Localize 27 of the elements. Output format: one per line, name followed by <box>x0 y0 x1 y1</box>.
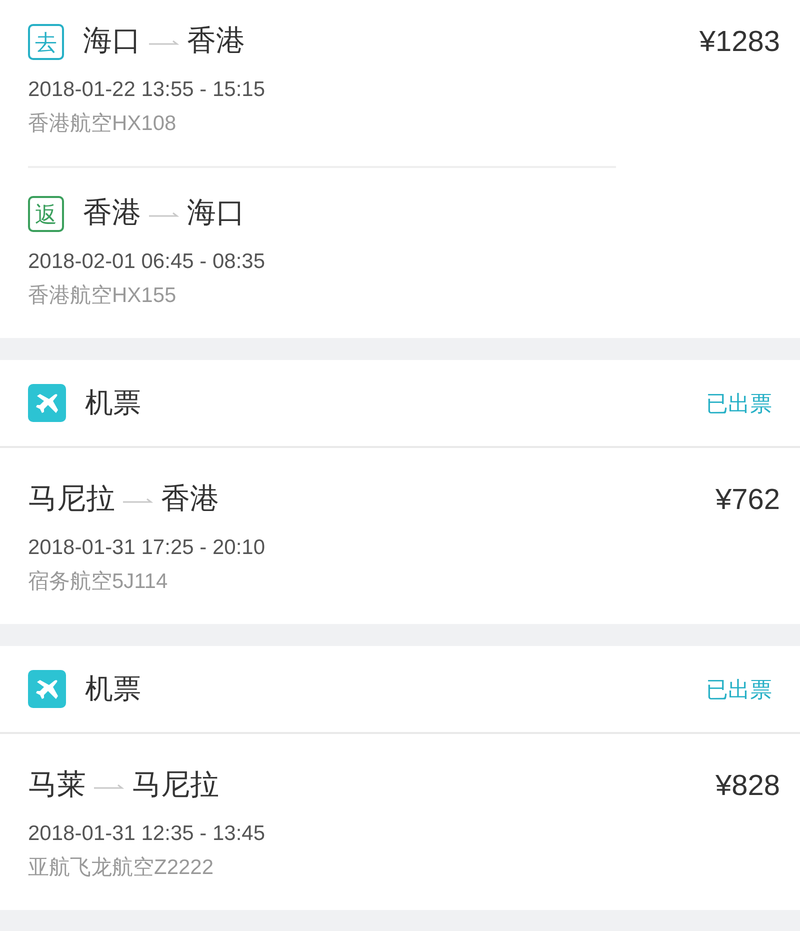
departure-city: 海口 <box>83 24 141 60</box>
flight-time: 2018-02-01 06:45 - 08:35 <box>28 249 266 275</box>
trip-tag: 去 <box>28 24 64 60</box>
trip-tag: 返 <box>28 196 64 232</box>
arrival-city: 香港 <box>161 482 219 518</box>
flight-number: 香港航空HX108 <box>28 111 178 137</box>
arrival-city: 香港 <box>187 24 245 60</box>
ticket-status: 已出票 <box>706 676 772 704</box>
flight-time: 2018-01-31 12:35 - 13:45 <box>28 821 266 847</box>
airplane-icon <box>28 670 66 708</box>
ticket-title: 机票 <box>85 386 141 420</box>
flight-time: 2018-01-31 17:25 - 20:10 <box>28 535 266 561</box>
departure-city: 马莱 <box>28 768 86 804</box>
flight-number: 亚航飞龙航空Z2222 <box>28 855 215 881</box>
flight-time: 2018-01-22 13:55 - 15:15 <box>28 77 266 103</box>
arrival-city: 海口 <box>187 196 245 232</box>
airplane-icon <box>28 384 66 422</box>
ticket-title: 机票 <box>85 672 141 706</box>
price: ¥1283 <box>699 25 780 60</box>
flight-number: 宿务航空5J114 <box>28 569 169 595</box>
flight-number: 香港航空HX155 <box>28 283 178 309</box>
price: ¥828 <box>715 769 780 804</box>
departure-city: 马尼拉 <box>28 482 115 518</box>
arrival-city: 马尼拉 <box>132 768 219 804</box>
ticket-status: 已出票 <box>706 390 772 418</box>
departure-city: 香港 <box>83 196 141 232</box>
price: ¥762 <box>715 483 780 518</box>
